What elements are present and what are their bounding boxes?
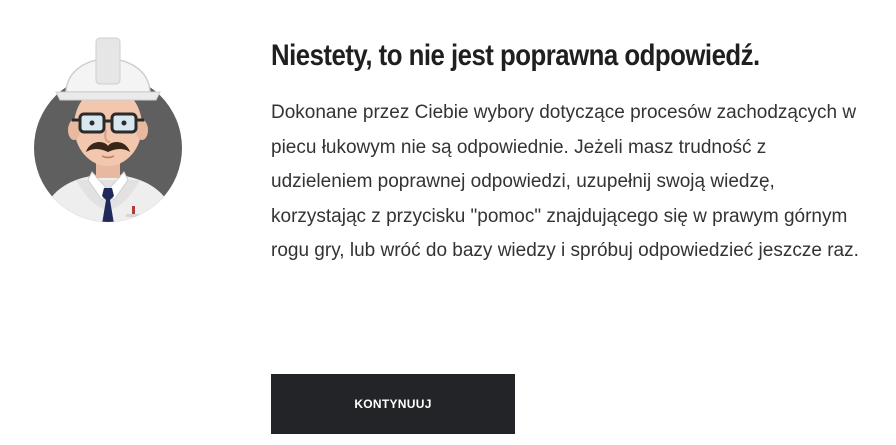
feedback-panel: Niestety, to nie jest poprawna odpowiedź…	[271, 30, 871, 269]
continue-button[interactable]: KONTYNUUJ	[271, 374, 515, 434]
feedback-title: Niestety, to nie jest poprawna odpowiedź…	[271, 39, 760, 72]
engineer-avatar-icon	[34, 37, 182, 222]
engineer-avatar	[16, 30, 200, 230]
feedback-message: Dokonane przez Ciebie wybory dotyczące p…	[271, 102, 859, 261]
